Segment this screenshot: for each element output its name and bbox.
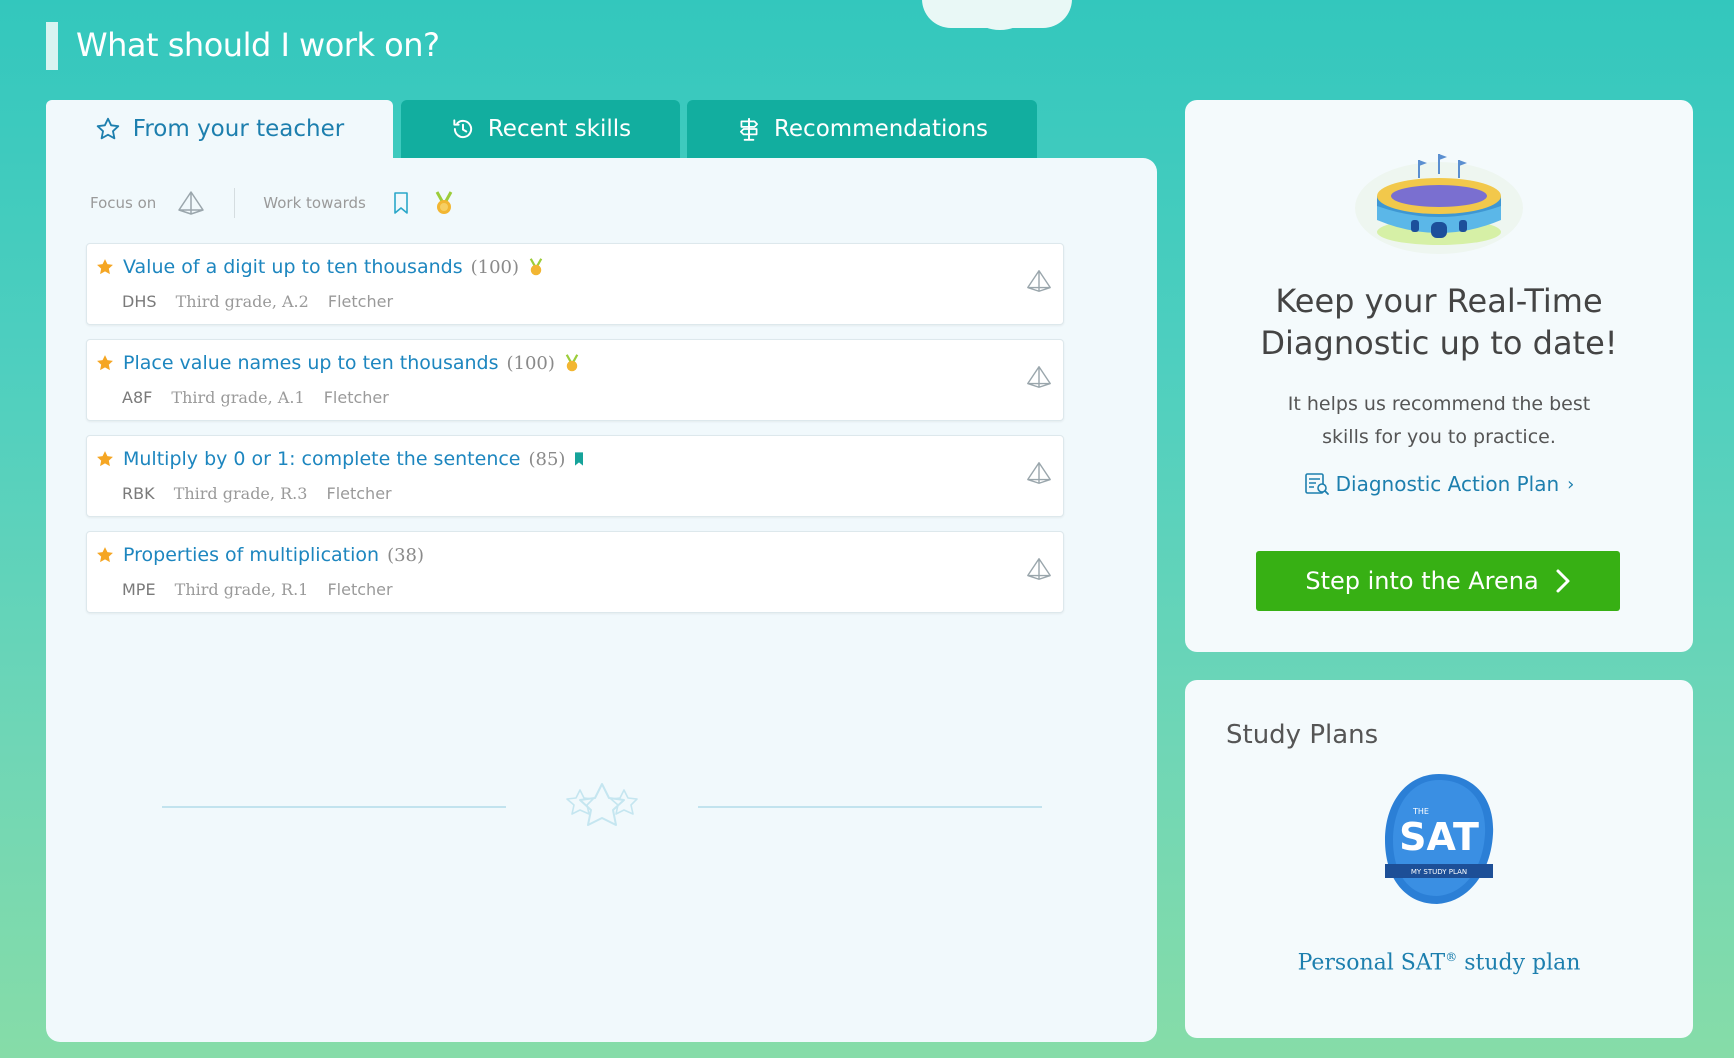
filter-bar: Focus on Work towards	[90, 188, 456, 218]
diagnostic-subtitle: It helps us recommend the best skills fo…	[1185, 388, 1693, 454]
star-filled-icon	[97, 451, 113, 467]
skill-score: (100)	[470, 256, 520, 278]
tab-label: Recommendations	[773, 116, 989, 142]
skill-grade: Third grade, R.1	[174, 580, 309, 599]
tab-from-your-teacher[interactable]: From your teacher	[46, 100, 393, 158]
diagnostic-sub-line1: It helps us recommend the best	[1287, 393, 1591, 415]
tab-recent-skills[interactable]: Recent skills	[401, 100, 680, 158]
sat-link-pre: Personal SAT	[1297, 950, 1446, 976]
tab-label: Recent skills	[487, 116, 632, 142]
skill-code: A8F	[122, 388, 153, 407]
skill-teacher: Fletcher	[327, 292, 394, 311]
sat-link-post: study plan	[1457, 950, 1581, 976]
skill-code: DHS	[122, 292, 157, 311]
step-into-arena-button[interactable]: Step into the Arena	[1256, 551, 1620, 611]
arena-button-label: Step into the Arena	[1305, 567, 1539, 595]
skill-grade: Third grade, A.1	[171, 388, 305, 407]
diagnostic-card: Keep your Real-Time Diagnostic up to dat…	[1185, 100, 1693, 652]
medal-icon	[565, 354, 579, 372]
focus-on-label: Focus on	[90, 194, 157, 212]
arena-stadium-icon	[1355, 154, 1523, 254]
focus-pyramid-icon[interactable]	[1025, 556, 1053, 582]
focus-pyramid-icon[interactable]	[1025, 268, 1053, 294]
skill-meta: DHS Third grade, A.2 Fletcher	[122, 292, 393, 311]
star-filled-icon	[97, 259, 113, 275]
star-filled-icon	[97, 547, 113, 563]
diagnostic-title-line2: Diagnostic up to date!	[1260, 324, 1618, 362]
skill-title-row: Place value names up to ten thousands (1…	[95, 352, 581, 374]
page-title: What should I work on?	[76, 26, 440, 64]
diagnostic-action-plan-link[interactable]: Diagnostic Action Plan ›	[1185, 472, 1693, 496]
signpost-icon	[739, 118, 758, 141]
skill-name-link[interactable]: Value of a digit up to ten thousands	[123, 256, 463, 278]
action-plan-icon	[1304, 473, 1329, 495]
skill-card[interactable]: Value of a digit up to ten thousands (10…	[86, 243, 1064, 325]
divider-line-left	[162, 806, 506, 808]
heading-accent-bar	[46, 22, 58, 70]
medal-icon	[529, 258, 543, 276]
skill-meta: MPE Third grade, R.1 Fletcher	[122, 580, 393, 599]
filter-divider	[234, 188, 236, 218]
skill-score: (38)	[387, 544, 425, 566]
divider-line-right	[698, 806, 1042, 808]
study-plans-card: Study Plans THE SAT MY STUDY PLAN Person…	[1185, 680, 1693, 1038]
diagnostic-link-label: Diagnostic Action Plan	[1335, 472, 1560, 496]
skill-code: MPE	[122, 580, 156, 599]
star-outline-icon	[96, 117, 119, 140]
diagnostic-title-line1: Keep your Real-Time	[1275, 282, 1603, 320]
skill-card[interactable]: Multiply by 0 or 1: complete the sentenc…	[86, 435, 1064, 517]
history-icon	[453, 119, 472, 139]
tab-recommendations[interactable]: Recommendations	[687, 100, 1037, 158]
bookmark-filled-icon	[575, 452, 584, 466]
skill-name-link[interactable]: Properties of multiplication	[123, 544, 379, 566]
sat-badge-big: SAT	[1399, 815, 1479, 859]
focus-pyramid-icon[interactable]	[1025, 364, 1053, 390]
skill-title-row: Value of a digit up to ten thousands (10…	[95, 256, 545, 278]
skill-score: (100)	[506, 352, 555, 374]
skill-code: RBK	[122, 484, 155, 503]
tab-label: From your teacher	[132, 116, 345, 142]
medal-icon[interactable]	[432, 190, 456, 216]
sat-badge-ribbon: MY STUDY PLAN	[1411, 868, 1467, 876]
skill-meta: A8F Third grade, A.1 Fletcher	[122, 388, 389, 407]
skill-title-row: Properties of multiplication (38)	[95, 544, 424, 566]
focus-pyramid-icon[interactable]	[1025, 460, 1053, 486]
skill-grade: Third grade, R.3	[173, 484, 308, 503]
skill-score: (85)	[528, 448, 566, 470]
study-plans-title: Study Plans	[1226, 720, 1379, 750]
diagnostic-sub-line2: skills for you to practice.	[1322, 426, 1556, 448]
skills-panel: Focus on Work towards Value of a digit u…	[46, 158, 1157, 1042]
sat-study-plan-badge[interactable]: THE SAT MY STUDY PLAN	[1379, 770, 1499, 910]
skill-meta: RBK Third grade, R.3 Fletcher	[122, 484, 392, 503]
skill-teacher: Fletcher	[326, 484, 392, 503]
chevron-right-icon: ›	[1567, 473, 1575, 495]
personal-sat-plan-link[interactable]: Personal SAT® study plan	[1185, 950, 1693, 975]
star-filled-icon	[97, 355, 113, 371]
skill-teacher: Fletcher	[323, 388, 389, 407]
registered-mark: ®	[1445, 950, 1458, 964]
skill-name-link[interactable]: Multiply by 0 or 1: complete the sentenc…	[123, 448, 521, 470]
skill-card[interactable]: Place value names up to ten thousands (1…	[86, 339, 1064, 421]
skill-teacher: Fletcher	[327, 580, 393, 599]
diagnostic-title: Keep your Real-Time Diagnostic up to dat…	[1185, 280, 1693, 364]
skill-card[interactable]: Properties of multiplication (38) MPE Th…	[86, 531, 1064, 613]
skill-grade: Third grade, A.2	[175, 292, 309, 311]
focus-pyramid-icon[interactable]	[176, 190, 206, 216]
chevron-right-icon	[1556, 569, 1570, 593]
skill-title-row: Multiply by 0 or 1: complete the sentenc…	[95, 448, 585, 470]
skill-name-link[interactable]: Place value names up to ten thousands	[123, 352, 499, 374]
stars-divider-icon	[566, 783, 638, 826]
work-towards-label: Work towards	[263, 194, 366, 212]
bookmark-outline-icon[interactable]	[392, 191, 410, 215]
